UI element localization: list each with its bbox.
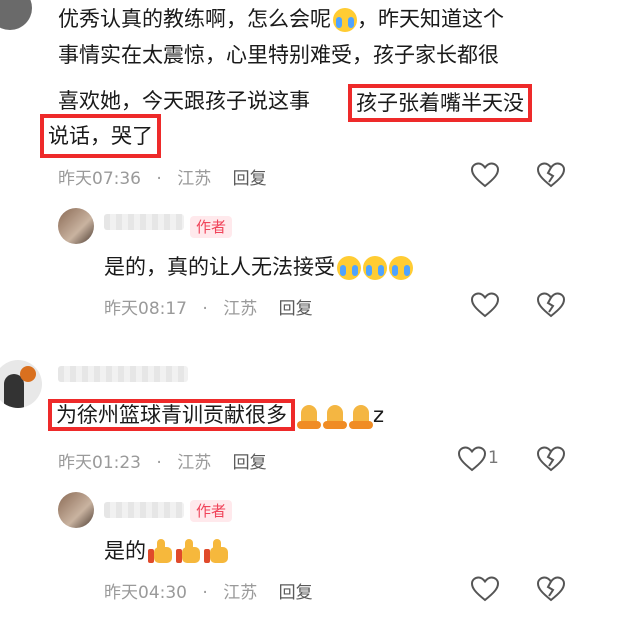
blurred-username xyxy=(58,366,188,382)
comment-text-line: 喜欢她，今天跟孩子说这事 xyxy=(58,89,310,113)
reply-button[interactable]: 回复 xyxy=(279,583,313,603)
blurred-username xyxy=(104,214,184,230)
thumbs-up-emoji-icon xyxy=(204,539,230,565)
highlighted-text: 说话，哭了 xyxy=(40,114,161,158)
highlighted-text: 孩子张着嘴半天没 xyxy=(348,84,532,122)
meta-separator: · xyxy=(156,169,162,189)
comment-location: 江苏 xyxy=(177,453,212,473)
reply-button[interactable]: 回复 xyxy=(233,453,267,473)
broken-heart-icon[interactable] xyxy=(537,292,565,318)
reply-button[interactable]: 回复 xyxy=(233,169,267,189)
author-tag: 作者 xyxy=(190,500,233,522)
crying-face-emoji-icon xyxy=(389,256,413,280)
comment-text-line: 优秀认真的教练啊，怎么会呢 ，昨天知道这个 xyxy=(58,7,504,32)
broken-heart-icon[interactable] xyxy=(537,162,565,188)
comment-meta: 昨天08:17 · 江苏 回复 xyxy=(104,294,323,319)
crying-face-emoji-icon xyxy=(333,8,357,32)
folded-hands-emoji-icon xyxy=(297,403,321,429)
basketball-icon xyxy=(20,366,36,382)
comment-text-line: 为徐州篮球青训贡献很多 z xyxy=(48,398,384,432)
comment-time: 昨天04:30 xyxy=(104,583,187,603)
broken-heart-icon[interactable] xyxy=(537,576,565,602)
commenter-avatar[interactable] xyxy=(0,360,42,408)
comment-meta: 昨天04:30 · 江苏 回复 xyxy=(104,578,323,603)
comment-time: 昨天08:17 xyxy=(104,299,187,319)
author-avatar[interactable] xyxy=(58,208,94,244)
thumbs-up-emoji-icon xyxy=(176,539,202,565)
meta-separator: · xyxy=(202,583,208,603)
comment-meta: 昨天07:36 · 江苏 回复 xyxy=(58,164,277,189)
comment-location: 江苏 xyxy=(177,169,212,189)
comment-time: 昨天07:36 xyxy=(58,169,141,189)
heart-icon[interactable] xyxy=(471,576,499,602)
folded-hands-emoji-icon xyxy=(323,403,347,429)
reply-button[interactable]: 回复 xyxy=(279,299,313,319)
heart-icon[interactable] xyxy=(458,446,486,472)
like-count: 1 xyxy=(488,448,499,468)
comment-location: 江苏 xyxy=(223,299,258,319)
commenter-avatar[interactable] xyxy=(0,0,32,30)
comment-text-line: 是的，真的让人无法接受 xyxy=(104,250,413,284)
crying-face-emoji-icon xyxy=(363,256,387,280)
thumbs-up-emoji-icon xyxy=(148,539,174,565)
comment-time: 昨天01:23 xyxy=(58,453,141,473)
heart-icon[interactable] xyxy=(471,292,499,318)
heart-icon[interactable] xyxy=(471,162,499,188)
comment-text-line: 事情实在太震惊，心里特别难受，孩子家长都很 xyxy=(58,43,499,67)
meta-separator: · xyxy=(156,453,162,473)
highlighted-text: 为徐州篮球青训贡献很多 xyxy=(48,399,295,431)
comment-meta: 昨天01:23 · 江苏 回复 xyxy=(58,448,277,473)
crying-face-emoji-icon xyxy=(337,256,361,280)
author-avatar[interactable] xyxy=(58,492,94,528)
blurred-username xyxy=(104,502,184,518)
comment-location: 江苏 xyxy=(223,583,258,603)
comment-text-line: 是的 xyxy=(104,534,230,568)
broken-heart-icon[interactable] xyxy=(537,446,565,472)
folded-hands-emoji-icon xyxy=(349,403,373,429)
meta-separator: · xyxy=(202,299,208,319)
author-tag: 作者 xyxy=(190,216,233,238)
